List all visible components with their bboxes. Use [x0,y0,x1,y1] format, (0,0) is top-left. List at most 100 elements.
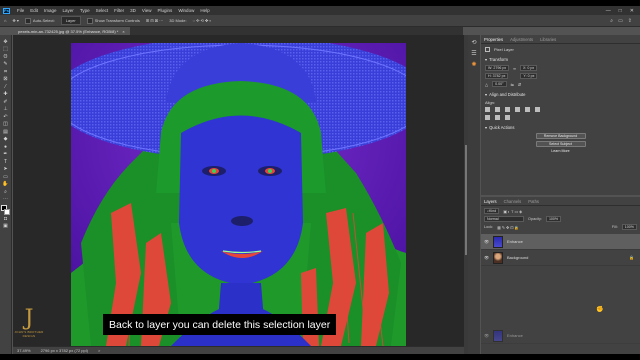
menu-type[interactable]: Type [77,8,93,13]
zoom-tool-icon[interactable]: ⌕ [2,188,10,196]
menu-layer[interactable]: Layer [60,8,77,13]
x-field[interactable]: X: 0 px [519,65,538,71]
status-arrow[interactable]: > [98,348,100,353]
maximize-button[interactable]: □ [619,8,622,14]
brush-tool-icon[interactable]: ✐ [2,98,10,106]
blur-tool-icon[interactable]: ◆ [2,136,10,144]
lock-icons[interactable]: ▦ ✎ ✥ ⊡ 🔒 [497,225,519,230]
color-swatches[interactable] [1,205,10,215]
align-left-icon[interactable] [485,107,490,112]
distribute-2-icon[interactable] [495,115,500,120]
angle-field[interactable]: 0.00° [492,81,507,87]
menu-help[interactable]: Help [197,8,212,13]
blend-mode-dropdown[interactable]: Normal [484,216,524,222]
menu-select[interactable]: Select [93,8,112,13]
align-top-icon[interactable] [515,107,520,112]
canvas-area[interactable] [13,35,464,346]
search-icon[interactable]: ⌕ [610,18,613,24]
distribute-1-icon[interactable] [485,115,490,120]
distribute-3-icon[interactable] [505,115,510,120]
align-section-title[interactable]: ▾ Align and Distribute [485,92,636,97]
type-tool-icon[interactable]: T [2,158,10,166]
more-tools-icon[interactable]: ⋯ [2,196,10,204]
y-field[interactable]: Y: 0 px [520,73,538,79]
learn-icon[interactable]: ✺ [471,61,476,68]
lasso-tool-icon[interactable]: ʘ [2,53,10,61]
align-icons[interactable]: ⊞ ⊟ ⊠ ⋯ [146,18,163,23]
dodge-tool-icon[interactable]: ● [2,143,10,151]
select-subject-button[interactable]: Select Subject [535,141,586,147]
move-tool-icon[interactable]: ✥ ▾ [12,18,18,23]
remove-background-button[interactable]: Remove Background [535,133,586,139]
width-field[interactable]: W: 2796 px [485,65,510,71]
learn-more-button[interactable]: Learn More [536,149,586,155]
menu-image[interactable]: Image [41,8,60,13]
close-window-button[interactable]: ✕ [630,8,634,14]
eye-icon[interactable]: 👁 [484,239,489,244]
menu-view[interactable]: View [139,8,155,13]
minimize-button[interactable]: — [606,8,611,14]
path-select-icon[interactable]: ➤ [2,166,10,174]
filter-icons[interactable]: ▣ ◐ T ▭ ◈ [503,209,522,214]
share-icon[interactable]: ⇪ [628,18,632,24]
flip-horizontal-icon[interactable]: ⇋ [511,82,514,87]
align-middle-icon[interactable] [525,107,530,112]
crop-tool-icon[interactable]: ⌗ [2,68,10,76]
clone-stamp-icon[interactable]: ⊥ [2,106,10,114]
tab-channels[interactable]: Channels [504,199,522,204]
scrollbar-thumb[interactable] [465,145,467,255]
menu-file[interactable]: File [14,8,27,13]
menu-3d[interactable]: 3D [127,8,139,13]
marquee-tool-icon[interactable]: ⬚ [2,46,10,54]
frame-tool-icon[interactable]: ⊠ [2,76,10,84]
layer-row-background[interactable]: 👁 Background 🔒 [481,250,640,266]
comments-icon[interactable]: ☰ [471,50,476,57]
background-color[interactable] [4,209,10,215]
layer-row-enhance[interactable]: 👁 Enhance [481,234,640,250]
tab-adjustments[interactable]: Adjustments [510,37,533,42]
opacity-field[interactable]: 100% [545,216,562,222]
healing-brush-icon[interactable]: ✚ [2,91,10,99]
eraser-tool-icon[interactable]: ◫ [2,121,10,129]
menu-filter[interactable]: Filter [111,8,127,13]
transform-controls-checkbox[interactable]: Show Transform Controls [86,17,140,24]
workspace-icon[interactable]: ▭ [618,18,623,24]
align-bottom-icon[interactable] [535,107,540,112]
home-icon[interactable]: ⌂ [4,18,6,23]
pen-tool-icon[interactable]: ✒ [2,151,10,159]
transform-section-title[interactable]: ▾ Transform [485,57,636,62]
link-icon[interactable]: ∞ [513,66,516,71]
tab-layers[interactable]: Layers [484,199,497,204]
eye-icon[interactable]: 👁 [484,255,489,260]
3d-icons[interactable]: ◌ ✣ ⟲ ✤ ▪ [193,18,211,23]
quick-select-tool-icon[interactable]: ✎ [2,61,10,69]
document-image[interactable] [71,43,406,346]
height-field[interactable]: H: 3782 px [485,73,509,79]
tab-properties[interactable]: Properties [484,37,503,42]
quick-mask-icon[interactable]: ◘ [2,215,10,223]
history-icon[interactable]: ⟲ [471,39,476,46]
close-tab-icon[interactable]: × [122,29,124,34]
eyedropper-tool-icon[interactable]: ⁄ [2,83,10,91]
hand-tool-icon[interactable]: ✋ [2,181,10,189]
screen-mode-icon[interactable]: ▣ [2,223,10,231]
move-tool-icon[interactable]: ✥ [2,38,10,46]
rectangle-tool-icon[interactable]: ▭ [2,173,10,181]
tab-libraries[interactable]: Libraries [540,37,556,42]
quick-actions-title[interactable]: ▾ Quick Actions [485,125,636,130]
document-tab[interactable]: pexels-min-an-732425.jpg @ 37.5% (Enhanc… [13,27,130,35]
layer-filter-dropdown[interactable]: ⌕ Kind [484,208,500,214]
align-right-icon[interactable] [505,107,510,112]
fill-field[interactable]: 100% [621,224,637,230]
tab-paths[interactable]: Paths [528,199,539,204]
align-center-icon[interactable] [495,107,500,112]
menu-plugins[interactable]: Plugins [155,8,176,13]
layer-name[interactable]: Enhance [507,239,523,244]
menu-edit[interactable]: Edit [27,8,41,13]
auto-select-checkbox[interactable]: Auto-Select: [24,17,55,24]
menu-window[interactable]: Window [175,8,197,13]
gradient-tool-icon[interactable]: ▤ [2,128,10,136]
layer-name[interactable]: Background [507,255,528,260]
auto-select-dropdown[interactable]: Layer [60,16,81,25]
flip-vertical-icon[interactable]: ⇵ [518,82,521,87]
